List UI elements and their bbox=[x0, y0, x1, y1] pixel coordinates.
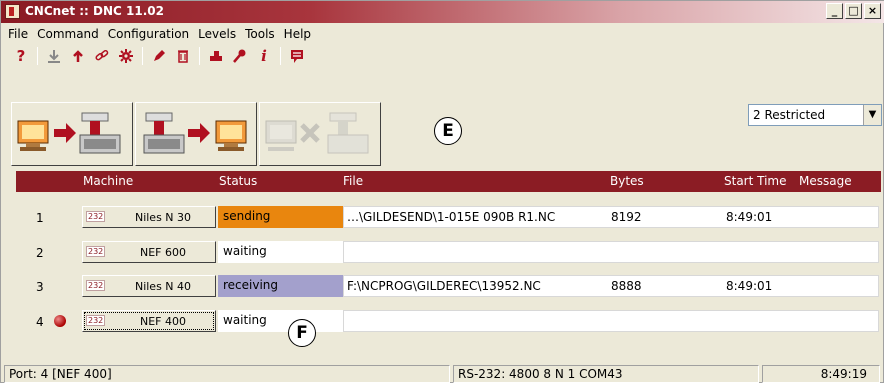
settings-gear-icon[interactable] bbox=[116, 46, 136, 66]
annotation-f: F bbox=[288, 319, 316, 347]
bytes-value: 8192 bbox=[611, 210, 642, 224]
table-row[interactable]: 2 232 NEF 600 waiting bbox=[16, 241, 881, 263]
toolbar: ? i bbox=[1, 44, 884, 68]
header-start-time[interactable]: Start Time bbox=[724, 174, 787, 188]
port-type-badge: 232 bbox=[86, 246, 106, 257]
upload-icon[interactable] bbox=[68, 46, 88, 66]
delete-trash-icon[interactable] bbox=[173, 46, 193, 66]
link-icon[interactable] bbox=[92, 46, 112, 66]
status-cell: waiting bbox=[218, 241, 343, 263]
machine-name: Niles N 30 bbox=[134, 211, 192, 224]
message-icon[interactable] bbox=[287, 46, 307, 66]
application-window: CNCnet :: DNC 11.02 _ □ × File Command C… bbox=[0, 0, 884, 383]
machine-button[interactable]: 232 Niles N 30 bbox=[82, 206, 216, 228]
close-button[interactable]: × bbox=[864, 3, 881, 19]
toolbar-separator bbox=[37, 47, 38, 65]
level-select[interactable]: 2 Restricted ▼ bbox=[748, 104, 882, 126]
table-row[interactable]: 1 232 Niles N 30 sending …\GILDESEND\1-0… bbox=[16, 206, 881, 228]
file-name: F:\NCPROG\GILDEREC\13952.NC bbox=[347, 279, 541, 293]
status-cell: waiting bbox=[218, 310, 343, 332]
level-select-value: 2 Restricted bbox=[753, 108, 826, 122]
window-title: CNCnet :: DNC 11.02 bbox=[25, 4, 164, 18]
header-message[interactable]: Message bbox=[799, 174, 852, 188]
edit-pen-icon[interactable] bbox=[149, 46, 169, 66]
port-type-badge: 232 bbox=[86, 280, 106, 291]
app-icon[interactable] bbox=[5, 4, 20, 19]
machine-name: NEF 600 bbox=[140, 246, 186, 259]
cancel-transfer-button[interactable] bbox=[259, 102, 381, 166]
file-name: …\GILDESEND\1-015E 090B R1.NC bbox=[347, 210, 556, 224]
toolbar-separator bbox=[280, 47, 281, 65]
send-to-machine-button[interactable] bbox=[11, 102, 133, 166]
status-cell: receiving bbox=[218, 275, 343, 297]
row-number: 1 bbox=[36, 211, 44, 225]
header-bytes[interactable]: Bytes bbox=[610, 174, 644, 188]
transfer-info bbox=[343, 310, 879, 332]
download-icon[interactable] bbox=[44, 46, 64, 66]
port-type-badge: 232 bbox=[86, 315, 106, 326]
transfer-buttons bbox=[11, 102, 383, 166]
help-icon[interactable]: ? bbox=[11, 46, 31, 66]
status-time: 8:49:19 bbox=[762, 365, 880, 383]
key-icon[interactable] bbox=[230, 46, 250, 66]
status-cell: sending bbox=[218, 206, 343, 228]
menu-help[interactable]: Help bbox=[281, 24, 317, 44]
maximize-button[interactable]: □ bbox=[845, 3, 862, 19]
menu-bar: File Command Configuration Levels Tools … bbox=[1, 24, 884, 44]
menu-levels[interactable]: Levels bbox=[195, 24, 242, 44]
chevron-down-icon[interactable]: ▼ bbox=[863, 105, 881, 125]
transfer-info: F:\NCPROG\GILDEREC\13952.NC 8888 8:49:01 bbox=[343, 275, 879, 297]
transfer-info bbox=[343, 241, 879, 263]
header-machine[interactable]: Machine bbox=[83, 174, 133, 188]
toolbar-separator bbox=[199, 47, 200, 65]
header-file[interactable]: File bbox=[343, 174, 363, 188]
menu-file[interactable]: File bbox=[5, 24, 34, 44]
row-number: 4 bbox=[36, 315, 44, 329]
machine-icon[interactable] bbox=[206, 46, 226, 66]
row-number: 3 bbox=[36, 280, 44, 294]
annotation-e: E bbox=[434, 117, 462, 145]
machine-name: NEF 400 bbox=[140, 315, 186, 328]
table-row[interactable]: 4 232 NEF 400 waiting bbox=[16, 310, 881, 332]
start-time-value: 8:49:01 bbox=[726, 279, 773, 293]
info-icon[interactable]: i bbox=[254, 46, 274, 66]
receive-from-machine-button[interactable] bbox=[135, 102, 257, 166]
bytes-value: 8888 bbox=[611, 279, 642, 293]
menu-command[interactable]: Command bbox=[34, 24, 105, 44]
table-row[interactable]: 3 232 Niles N 40 receiving F:\NCPROG\GIL… bbox=[16, 275, 881, 297]
menu-tools[interactable]: Tools bbox=[242, 24, 281, 44]
menu-configuration[interactable]: Configuration bbox=[105, 24, 195, 44]
port-type-badge: 232 bbox=[86, 211, 106, 222]
transfer-info: …\GILDESEND\1-015E 090B R1.NC 8192 8:49:… bbox=[343, 206, 879, 228]
minimize-button[interactable]: _ bbox=[826, 3, 843, 19]
row-number: 2 bbox=[36, 246, 44, 260]
status-serial: RS-232: 4800 8 N 1 COM43 bbox=[453, 365, 759, 383]
title-bar[interactable]: CNCnet :: DNC 11.02 _ □ × bbox=[1, 1, 884, 23]
toolbar-separator bbox=[142, 47, 143, 65]
status-bar: Port: 4 [NEF 400] RS-232: 4800 8 N 1 COM… bbox=[1, 363, 884, 383]
machine-button[interactable]: 232 NEF 600 bbox=[82, 241, 216, 263]
status-port: Port: 4 [NEF 400] bbox=[4, 365, 450, 383]
start-time-value: 8:49:01 bbox=[726, 210, 773, 224]
table-header: Machine Status File Bytes Start Time Mes… bbox=[16, 171, 881, 192]
machine-button[interactable]: 232 NEF 400 bbox=[82, 310, 216, 332]
header-status[interactable]: Status bbox=[219, 174, 257, 188]
active-led-icon bbox=[54, 315, 66, 327]
machine-name: Niles N 40 bbox=[134, 280, 192, 293]
machine-button[interactable]: 232 Niles N 40 bbox=[82, 275, 216, 297]
